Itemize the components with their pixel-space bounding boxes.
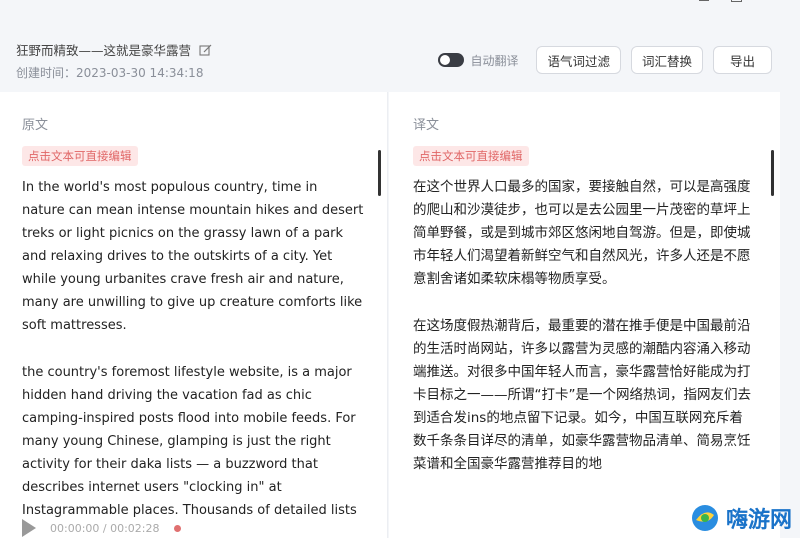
progress-handle[interactable] — [173, 524, 181, 532]
toggle-switch[interactable] — [438, 53, 465, 67]
site-logo-icon — [691, 505, 718, 531]
export-button[interactable]: 导出 — [712, 46, 772, 74]
translation-paragraph[interactable]: 在这场度假热潮背后，最重要的潜在推手便是中国最前沿的生活时尚网站，许多以露营为灵… — [413, 315, 751, 476]
play-icon[interactable] — [22, 519, 36, 537]
translation-panel: 译文 点击文本可直接编辑 在这个世界人口最多的国家，要接触自然，可以是高强度的爬… — [389, 92, 780, 538]
window-edge — [780, 92, 800, 538]
replace-words-button[interactable]: 词汇替换 — [630, 46, 703, 74]
header: 狂野而精致——这就是豪华露营 创建时间：2023-03-30 14:34:18 … — [0, 0, 800, 92]
translation-text-editor[interactable]: 在这个世界人口最多的国家，要接触自然，可以是高强度的爬山和沙漠徒步，也可以是去公… — [413, 176, 751, 500]
watermark-text: 嗨游网 — [725, 508, 792, 533]
document-title: 狂野而精致——这就是豪华露营 — [16, 40, 213, 59]
source-label: 原文 — [22, 118, 49, 133]
edit-hint-badge: 点击文本可直接编辑 — [413, 146, 529, 166]
source-paragraph[interactable]: In the world's most populous country, ti… — [22, 176, 364, 337]
edit-icon[interactable] — [199, 43, 213, 57]
filter-filler-words-button[interactable]: 语气词过滤 — [536, 46, 621, 74]
edit-hint-badge: 点击文本可直接编辑 — [22, 146, 138, 166]
watermark: 嗨游网 — [690, 502, 792, 534]
document-title-text: 狂野而精致——这就是豪华露营 — [16, 43, 192, 58]
source-text-editor[interactable]: In the world's most populous country, ti… — [22, 176, 364, 538]
toolbar: 自动翻译 语气词过滤 词汇替换 导出 — [438, 46, 772, 74]
playback-time: 00:00:00 / 00:02:28 — [50, 521, 160, 535]
audio-player: 00:00:00 / 00:02:28 — [0, 518, 622, 538]
toggle-label: 自动翻译 — [470, 53, 519, 68]
translation-label: 译文 — [413, 118, 440, 133]
translation-paragraph[interactable]: 在这个世界人口最多的国家，要接触自然，可以是高强度的爬山和沙漠徒步，也可以是去公… — [413, 176, 751, 291]
source-scrollbar[interactable] — [378, 150, 381, 196]
source-paragraph[interactable]: the country's foremost lifestyle website… — [22, 361, 364, 522]
source-text-panel: 原文 点击文本可直接编辑 In the world's most populou… — [0, 92, 388, 538]
created-time: 创建时间：2023-03-30 14:34:18 — [16, 66, 204, 80]
translation-scrollbar[interactable] — [771, 150, 774, 196]
auto-translate-toggle[interactable]: 自动翻译 — [438, 52, 518, 69]
